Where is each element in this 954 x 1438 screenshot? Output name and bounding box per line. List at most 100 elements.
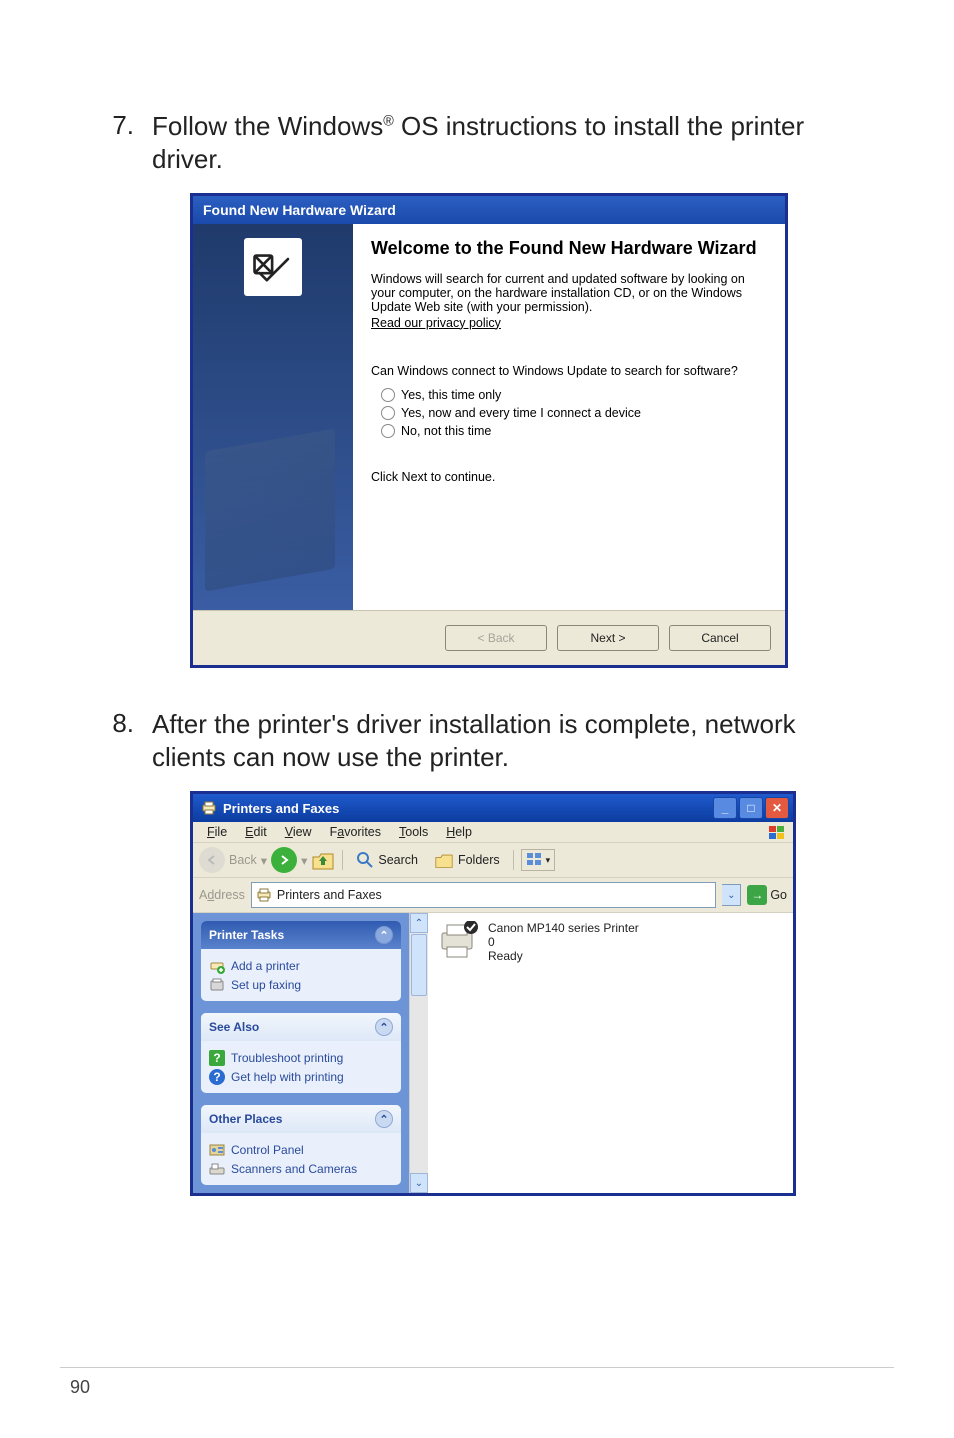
- step-text: After the printer's driver installation …: [152, 708, 854, 773]
- control-panel-icon: [209, 1142, 225, 1158]
- address-input[interactable]: Printers and Faxes: [251, 882, 716, 908]
- chevron-up-icon: ⌃: [375, 1110, 393, 1128]
- go-label: Go: [770, 888, 787, 902]
- step-text-prefix: Follow the Windows: [152, 111, 383, 141]
- side-box-title: See Also: [209, 1020, 259, 1034]
- menu-file[interactable]: File: [199, 825, 235, 839]
- wizard-titlebar: Found New Hardware Wizard: [193, 196, 785, 224]
- address-value: Printers and Faxes: [277, 888, 382, 902]
- up-button[interactable]: [311, 849, 335, 871]
- dropdown-arrow-icon: ▾: [546, 855, 551, 866]
- privacy-link[interactable]: Read our privacy policy: [371, 316, 501, 330]
- printer-jobs: 0: [488, 935, 639, 949]
- address-label: Address: [199, 888, 245, 902]
- printer-ready-icon: [438, 921, 480, 959]
- close-button[interactable]: ✕: [765, 797, 789, 819]
- link-label: Add a printer: [231, 959, 300, 973]
- wizard-paragraph: Windows will search for current and upda…: [371, 272, 765, 314]
- wizard-question: Can Windows connect to Windows Update to…: [371, 364, 765, 378]
- forward-button[interactable]: [271, 847, 297, 873]
- page-number: 90: [70, 1377, 90, 1398]
- dropdown-arrow-icon: ▾: [261, 853, 267, 868]
- back-label: Back: [229, 853, 257, 867]
- tasks-pane: Printer Tasks ⌃ Add a printer Set up fax…: [193, 913, 409, 1193]
- printers-icon: [201, 800, 217, 816]
- dropdown-arrow-icon: ▾: [301, 853, 307, 868]
- side-box-header[interactable]: Printer Tasks ⌃: [201, 921, 401, 949]
- hardware-icon: [244, 238, 302, 296]
- menu-bar: File Edit View Favorites Tools Help: [193, 822, 793, 843]
- menu-help[interactable]: Help: [438, 825, 480, 839]
- link-label: Control Panel: [231, 1143, 304, 1157]
- link-label: Get help with printing: [231, 1070, 344, 1084]
- printer-status: Ready: [488, 949, 639, 963]
- minimize-button[interactable]: _: [713, 797, 737, 819]
- printer-name: Canon MP140 series Printer: [488, 921, 639, 935]
- footer-rule: [60, 1367, 894, 1368]
- chevron-up-icon: ⌃: [375, 926, 393, 944]
- next-button[interactable]: Next >: [557, 625, 659, 651]
- troubleshoot-link[interactable]: ? Troubleshoot printing: [209, 1050, 393, 1066]
- help-icon: ?: [209, 1069, 225, 1085]
- menu-edit[interactable]: Edit: [237, 825, 275, 839]
- scanners-cameras-link[interactable]: Scanners and Cameras: [209, 1161, 393, 1177]
- help-printing-link[interactable]: ? Get help with printing: [209, 1069, 393, 1085]
- scroll-thumb[interactable]: [411, 934, 427, 996]
- side-scrollbar[interactable]: ⌃ ⌄: [409, 913, 428, 1193]
- scroll-up-button[interactable]: ⌃: [410, 913, 428, 933]
- radio-icon: [381, 424, 395, 438]
- radio-no[interactable]: No, not this time: [381, 424, 765, 438]
- radio-label: No, not this time: [401, 424, 491, 438]
- explorer-screenshot: Printers and Faxes _ □ ✕ File Edit View …: [190, 791, 796, 1196]
- go-button[interactable]: → Go: [747, 885, 787, 905]
- wizard-screenshot: Found New Hardware Wizard Welcome to the…: [190, 193, 788, 668]
- fax-icon: [209, 977, 225, 993]
- radio-icon: [381, 406, 395, 420]
- step-text: Follow the Windows® OS instructions to i…: [152, 110, 854, 175]
- folders-label: Folders: [458, 853, 500, 867]
- explorer-titlebar: Printers and Faxes _ □ ✕: [193, 794, 793, 822]
- add-printer-icon: [209, 958, 225, 974]
- toolbar: Back ▾ ▾ Search Folders: [193, 843, 793, 878]
- step-number: 8.: [110, 708, 134, 773]
- wizard-heading: Welcome to the Found New Hardware Wizard: [371, 238, 765, 260]
- radio-label: Yes, now and every time I connect a devi…: [401, 406, 641, 420]
- address-dropdown-button[interactable]: ⌄: [722, 884, 741, 906]
- link-label: Set up faxing: [231, 978, 301, 992]
- scanner-icon: [209, 1161, 225, 1177]
- scroll-down-button[interactable]: ⌄: [410, 1173, 428, 1193]
- views-button[interactable]: ▾: [521, 849, 556, 871]
- link-label: Troubleshoot printing: [231, 1051, 343, 1065]
- link-label: Scanners and Cameras: [231, 1162, 357, 1176]
- radio-yes-always[interactable]: Yes, now and every time I connect a devi…: [381, 406, 765, 420]
- titlebar-text: Printers and Faxes: [223, 801, 339, 816]
- search-button[interactable]: Search: [350, 849, 424, 871]
- step-number: 7.: [110, 110, 134, 175]
- radio-icon: [381, 388, 395, 402]
- setup-faxing-link[interactable]: Set up faxing: [209, 977, 393, 993]
- wizard-side-graphic: [193, 224, 353, 610]
- menu-view[interactable]: View: [277, 825, 320, 839]
- side-box-title: Other Places: [209, 1112, 282, 1126]
- windows-flag-icon: [767, 824, 787, 845]
- back-button: [199, 847, 225, 873]
- folders-button[interactable]: Folders: [428, 849, 506, 871]
- printers-icon: [256, 887, 272, 903]
- menu-tools[interactable]: Tools: [391, 825, 436, 839]
- go-arrow-icon: →: [747, 885, 767, 905]
- control-panel-link[interactable]: Control Panel: [209, 1142, 393, 1158]
- side-box-title: Printer Tasks: [209, 928, 284, 942]
- radio-label: Yes, this time only: [401, 388, 501, 402]
- back-button: < Back: [445, 625, 547, 651]
- address-bar: Address Printers and Faxes ⌄ → Go: [193, 878, 793, 913]
- printers-list-area: Canon MP140 series Printer 0 Ready: [428, 913, 793, 1193]
- side-box-header[interactable]: See Also ⌃: [201, 1013, 401, 1041]
- printer-item[interactable]: Canon MP140 series Printer 0 Ready: [438, 921, 783, 963]
- menu-favorites[interactable]: Favorites: [322, 825, 389, 839]
- maximize-button[interactable]: □: [739, 797, 763, 819]
- side-box-header[interactable]: Other Places ⌃: [201, 1105, 401, 1133]
- add-printer-link[interactable]: Add a printer: [209, 958, 393, 974]
- help-icon: ?: [209, 1050, 225, 1066]
- radio-yes-once[interactable]: Yes, this time only: [381, 388, 765, 402]
- cancel-button[interactable]: Cancel: [669, 625, 771, 651]
